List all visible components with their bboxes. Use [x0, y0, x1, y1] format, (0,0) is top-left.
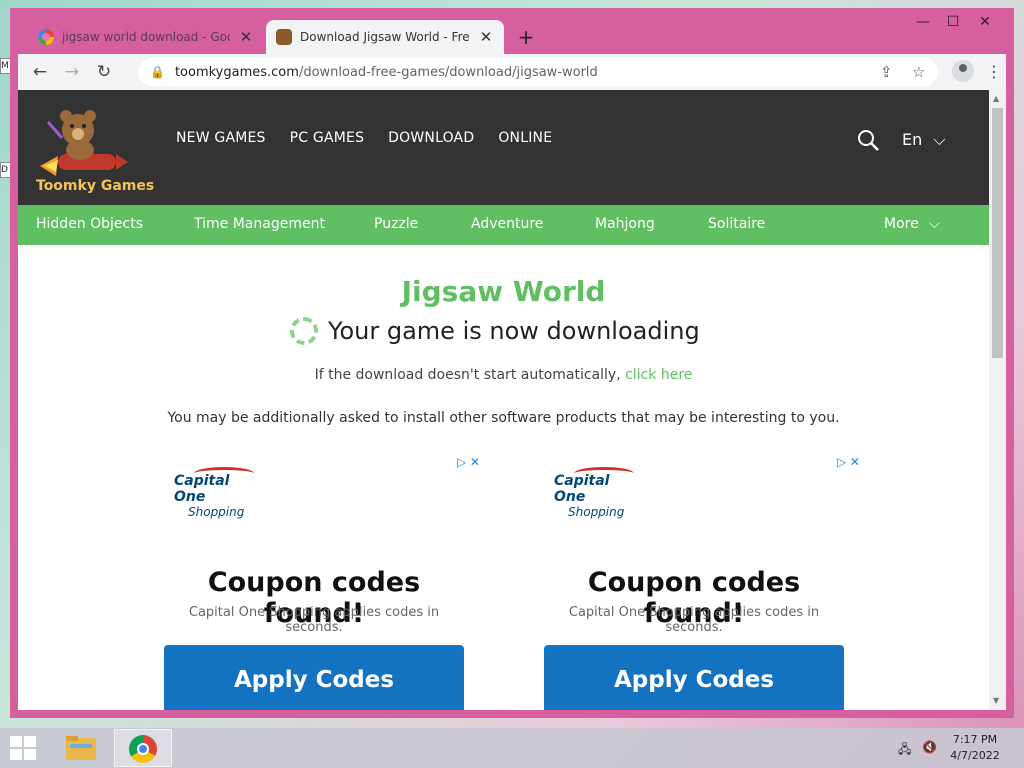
browser-toolbar: ← → ↻ 🔒 toomkygames.com/download-free-ga… — [18, 54, 1006, 90]
tab-title: jigsaw world download - Google — [62, 30, 230, 44]
loading-spinner-icon — [290, 317, 318, 345]
tab-jigsaw-download[interactable]: Download Jigsaw World - Free P ✕ — [266, 20, 504, 54]
browser-window: jigsaw world download - Google ✕ Downloa… — [10, 8, 1014, 718]
language-selector[interactable]: En ⌵ — [902, 130, 945, 150]
reload-button[interactable]: ↻ — [92, 60, 116, 84]
ad-subtext: Capital One Shopping applies codes in se… — [568, 605, 820, 635]
close-window-button[interactable]: ✕ — [970, 12, 1000, 32]
more-label: More — [884, 216, 919, 232]
ad-brand-sub: Shopping — [188, 505, 245, 519]
network-icon[interactable]: 🖧 — [898, 740, 914, 756]
main-content: Jigsaw World Your game is now downloadin… — [18, 245, 989, 710]
site-header: Toomky Games NEW GAMES PC GAMES DOWNLOAD… — [18, 90, 989, 205]
minimize-button[interactable]: — — [908, 12, 938, 32]
download-help-text: If the download doesn't start automatica… — [314, 367, 621, 383]
top-nav: NEW GAMES PC GAMES DOWNLOAD ONLINE — [176, 130, 552, 146]
page-scrollbar[interactable]: ▲ ▼ — [989, 90, 1006, 710]
ad-brand-sub: Shopping — [568, 505, 625, 519]
desktop-icon-label: M — [1, 61, 9, 71]
chrome-icon — [129, 735, 157, 763]
scroll-down-icon[interactable]: ▼ — [993, 696, 999, 705]
capital-one-logo: Capital One Shopping — [174, 467, 264, 519]
apply-codes-button[interactable]: Apply Codes — [544, 645, 844, 710]
language-label: En — [902, 130, 923, 149]
chrome-taskbar-button[interactable] — [114, 729, 172, 767]
apply-codes-button[interactable]: Apply Codes — [164, 645, 464, 710]
file-explorer-icon[interactable] — [64, 732, 98, 764]
ad-banner[interactable]: ▷ ✕ Capital One Shopping Coupon codes fo… — [544, 455, 860, 710]
adchoices-icon[interactable]: ▷ ✕ — [837, 455, 860, 469]
category-solitaire[interactable]: Solitaire — [708, 216, 765, 232]
scrollbar-thumb[interactable] — [992, 108, 1003, 358]
windows-start-icon[interactable] — [10, 736, 36, 760]
toomky-logo-icon[interactable] — [40, 104, 128, 182]
url-path: /download-free-games/download/jigsaw-wor… — [298, 64, 598, 80]
clock-date: 4/7/2022 — [950, 749, 1000, 762]
category-puzzle[interactable]: Puzzle — [374, 216, 418, 232]
capital-one-swoosh-icon — [194, 467, 254, 480]
category-adventure[interactable]: Adventure — [471, 216, 543, 232]
chevron-down-icon: ⌵ — [933, 130, 946, 149]
category-time-management[interactable]: Time Management — [194, 216, 325, 232]
desktop-icon-label: D — [1, 165, 8, 175]
lock-icon[interactable]: 🔒 — [150, 65, 165, 79]
system-clock[interactable]: 7:17 PM 4/7/2022 — [940, 732, 1010, 764]
nav-download[interactable]: DOWNLOAD — [388, 130, 474, 146]
nav-online[interactable]: ONLINE — [498, 130, 552, 146]
chevron-down-icon: ⌵ — [929, 216, 940, 232]
close-tab-icon[interactable]: ✕ — [478, 28, 494, 46]
profile-avatar[interactable] — [952, 60, 974, 82]
tab-title: Download Jigsaw World - Free P — [300, 30, 470, 44]
ad-subtext: Capital One Shopping applies codes in se… — [188, 605, 440, 635]
brand-name[interactable]: Toomky Games — [36, 178, 154, 194]
category-nav: Hidden Objects Time Management Puzzle Ad… — [18, 205, 989, 245]
category-hidden-objects[interactable]: Hidden Objects — [36, 216, 143, 232]
google-icon — [38, 29, 54, 45]
download-help: If the download doesn't start automatica… — [18, 367, 989, 383]
category-more[interactable]: More ⌵ — [884, 216, 940, 232]
forward-button[interactable]: → — [60, 60, 84, 84]
capital-one-swoosh-icon — [574, 467, 634, 480]
menu-kebab-icon[interactable]: ⋮ — [986, 60, 1002, 84]
page-viewport: Toomky Games NEW GAMES PC GAMES DOWNLOAD… — [18, 90, 1006, 710]
category-mahjong[interactable]: Mahjong — [595, 216, 655, 232]
new-tab-button[interactable]: + — [514, 25, 538, 49]
close-tab-icon[interactable]: ✕ — [238, 28, 254, 46]
nav-pc-games[interactable]: PC GAMES — [290, 130, 365, 146]
tab-google-search[interactable]: jigsaw world download - Google ✕ — [28, 20, 264, 54]
page-title: Jigsaw World — [401, 275, 606, 308]
capital-one-logo: Capital One Shopping — [554, 467, 644, 519]
scroll-up-icon[interactable]: ▲ — [993, 94, 999, 103]
taskbar: 🖧 🔇 7:17 PM 4/7/2022 — [0, 728, 1024, 768]
back-button[interactable]: ← — [28, 60, 52, 84]
install-note: You may be additionally asked to install… — [167, 410, 840, 426]
clock-time: 7:17 PM — [952, 733, 998, 746]
address-bar[interactable]: 🔒 toomkygames.com/download-free-games/do… — [138, 58, 938, 86]
download-status-text: Your game is now downloading — [328, 317, 700, 345]
nav-new-games[interactable]: NEW GAMES — [176, 130, 266, 146]
bear-favicon-icon — [276, 29, 292, 45]
ad-banner[interactable]: ▷ ✕ Capital One Shopping Coupon codes fo… — [164, 455, 480, 710]
bookmark-star-icon[interactable]: ☆ — [912, 58, 925, 86]
click-here-link[interactable]: click here — [625, 367, 692, 383]
search-icon[interactable] — [856, 128, 880, 152]
tab-strip: jigsaw world download - Google ✕ Downloa… — [10, 8, 1014, 54]
adchoices-icon[interactable]: ▷ ✕ — [457, 455, 480, 469]
url-host: toomkygames.com — [174, 64, 299, 80]
download-status: Your game is now downloading — [290, 317, 700, 345]
share-icon[interactable]: ⇪ — [880, 58, 893, 86]
volume-muted-icon[interactable]: 🔇 — [922, 740, 938, 756]
maximize-button[interactable]: ☐ — [938, 12, 968, 32]
